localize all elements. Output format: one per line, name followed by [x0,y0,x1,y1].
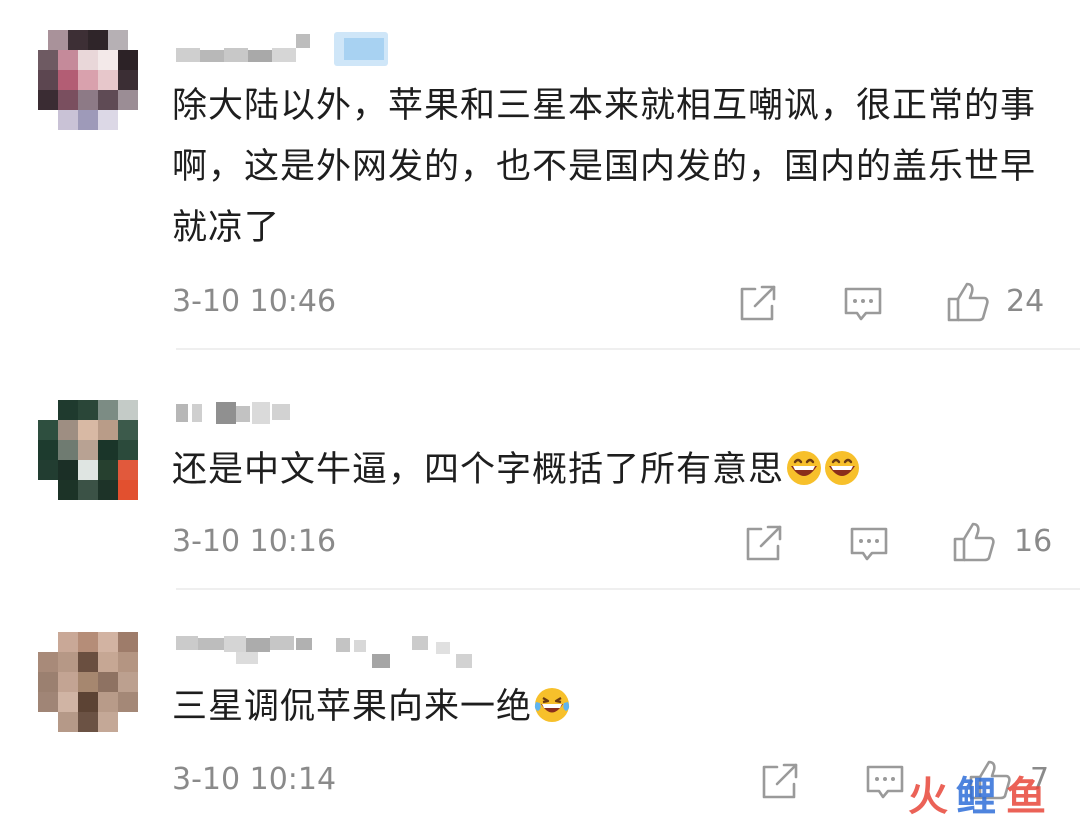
avatar[interactable] [38,632,138,732]
comment-meta: 3-10 10:46 24 [0,280,1080,324]
like-count: 16 [1014,524,1053,559]
username-blurred[interactable] [176,632,476,668]
comment-time: 3-10 10:46 [172,284,337,319]
comment-time: 3-10 10:16 [172,524,337,559]
comment-meta: 3-10 10:16 16 [0,520,1080,564]
divider [176,348,1080,350]
comment-text-content: 三星调侃苹果向来一绝 [172,687,533,727]
comment-time: 3-10 10:14 [172,762,337,797]
avatar[interactable] [38,400,138,500]
comment-text: 除大陆以外，苹果和三星本来就相互嘲讽，很正常的事啊，这是外网发的，也不是国内发的… [172,86,1037,248]
reply-icon[interactable] [849,520,889,564]
reply-icon[interactable] [843,280,883,324]
grinning-face-emoji [824,445,860,485]
username-blurred[interactable] [176,398,306,434]
watermark-logo: 火 鲤 鱼 [906,768,1066,818]
comment-text: 还是中文牛逼，四个字概括了所有意思 [172,440,1052,501]
share-icon[interactable] [760,758,800,802]
like-icon[interactable] [952,520,996,564]
comment-text-content: 还是中文牛逼，四个字概括了所有意思 [172,450,785,490]
svg-text:鲤: 鲤 [956,774,996,818]
reply-icon[interactable] [865,758,905,802]
like-count: 24 [1006,284,1045,319]
username-blurred[interactable] [176,30,396,66]
grinning-face-emoji [786,445,822,485]
svg-text:火: 火 [908,774,948,818]
svg-text:鱼: 鱼 [1006,774,1046,818]
laughing-tears-emoji [534,682,570,722]
avatar[interactable] [38,30,138,130]
divider [176,588,1080,590]
comment-text: 三星调侃苹果向来一绝 [172,677,1052,738]
share-icon[interactable] [744,520,784,564]
like-icon[interactable] [946,280,990,324]
share-icon[interactable] [738,280,778,324]
